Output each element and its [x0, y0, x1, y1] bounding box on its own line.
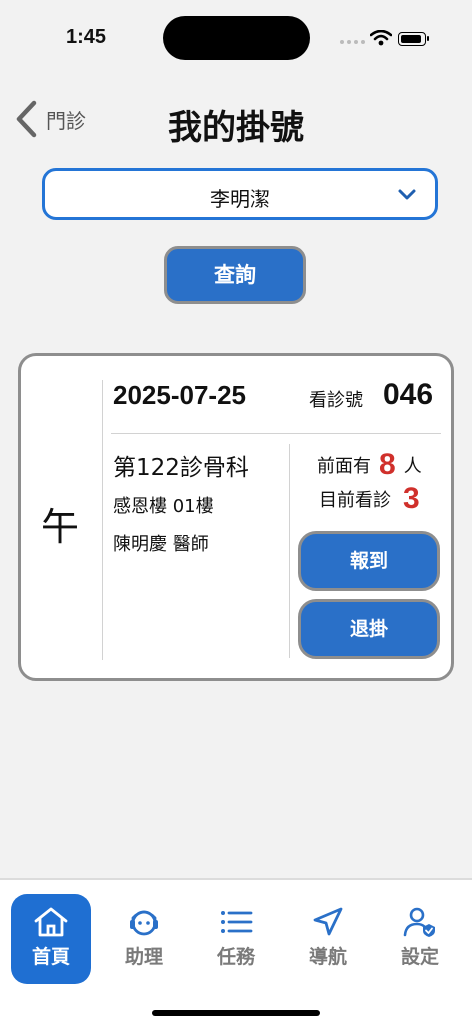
building-location: 感恩樓 01樓 [113, 496, 214, 517]
battery-icon [398, 32, 426, 46]
tab-settings-label: 設定 [400, 946, 439, 968]
cellular-signal-icon [340, 40, 365, 44]
list-icon [221, 911, 253, 933]
period-label: 午 [41, 505, 80, 549]
status-time: 1:45 [66, 26, 107, 48]
query-button[interactable]: 查詢 [164, 246, 306, 304]
checkin-button[interactable]: 報到 [298, 531, 440, 591]
tab-home-label: 首頁 [31, 946, 70, 968]
queue-ahead-count: 8 [379, 448, 396, 481]
current-serving-number: 3 [403, 482, 420, 515]
patient-select[interactable]: 李明潔 [42, 168, 438, 220]
visit-number-label: 看診號 [309, 390, 363, 411]
divider [111, 433, 441, 434]
doctor-name: 陳明慶 醫師 [113, 534, 209, 555]
tab-assistant[interactable]: 助理 [104, 894, 184, 984]
navigation-icon [313, 907, 343, 936]
home-indicator [152, 1010, 320, 1016]
tab-bar: 首頁 助理 任務 導航 設定 [0, 878, 472, 1026]
queue-ahead: 前面有 8 人 [317, 448, 422, 482]
battery-tip [427, 36, 429, 41]
tab-home[interactable]: 首頁 [11, 894, 91, 984]
assistant-icon [130, 910, 158, 936]
tab-navigation-label: 導航 [308, 946, 347, 968]
tab-navigation[interactable]: 導航 [288, 894, 368, 984]
page-title: 我的掛號 [168, 108, 304, 148]
patient-select-value: 李明潔 [210, 187, 270, 211]
dynamic-island [163, 16, 310, 60]
appointment-date: 2025-07-25 [113, 380, 246, 410]
current-serving-label: 目前看診 [319, 490, 391, 511]
user-settings-icon [403, 907, 435, 937]
chevron-down-icon [398, 189, 416, 200]
tab-settings[interactable]: 設定 [380, 894, 460, 984]
queue-ahead-label: 前面有 [317, 456, 371, 477]
visit-number: 046 [383, 378, 434, 411]
tab-tasks[interactable]: 任務 [196, 894, 276, 984]
divider [102, 380, 103, 660]
queue-ahead-unit: 人 [403, 456, 422, 477]
appointment-card: 午 2025-07-25 看診號 046 第122診骨科 感恩樓 01樓 陳明慶… [18, 353, 454, 681]
wifi-icon [370, 30, 392, 46]
cancel-registration-button[interactable]: 退掛 [298, 599, 440, 659]
department: 第122診骨科 [113, 455, 249, 481]
tab-assistant-label: 助理 [124, 946, 163, 968]
tab-tasks-label: 任務 [216, 946, 255, 968]
divider [289, 444, 290, 658]
home-icon [34, 907, 68, 937]
current-serving: 目前看診 3 [319, 482, 428, 516]
status-bar: 1:45 [0, 0, 472, 70]
